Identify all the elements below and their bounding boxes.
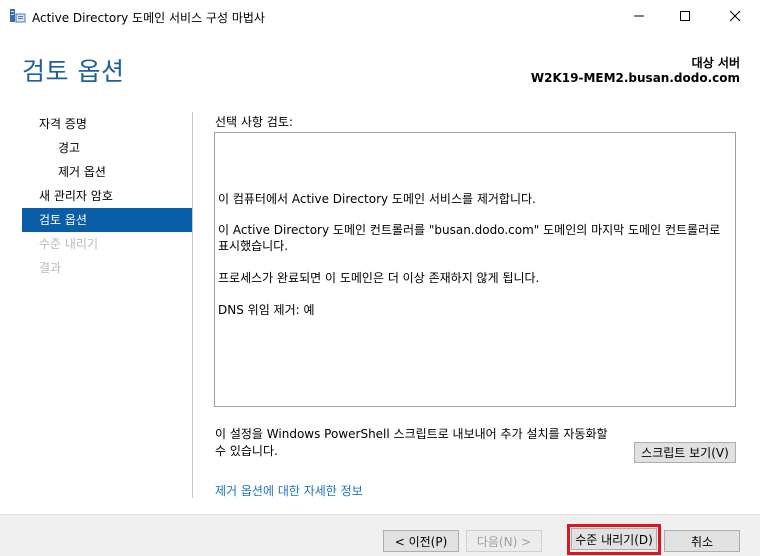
window-title: Active Directory 도메인 서비스 구성 마법사	[32, 11, 265, 25]
page-title: 검토 옵션	[22, 57, 125, 86]
title-bar: Active Directory 도메인 서비스 구성 마법사	[0, 0, 760, 32]
powershell-note-line: 이 설정을 Windows PowerShell 스크립트로 내보내어 추가 설…	[215, 427, 608, 441]
nav-item-credentials[interactable]: 자격 증명	[22, 112, 192, 136]
wizard-nav: 자격 증명 경고 제거 옵션 새 관리자 암호 검토 옵션 수준 내리기 결과	[22, 112, 192, 280]
nav-divider	[192, 112, 193, 498]
review-line: 표시했습니다.	[218, 239, 289, 253]
server-manager-app-icon	[9, 8, 26, 24]
nav-item-removal-options[interactable]: 제거 옵션	[22, 160, 192, 184]
review-label: 선택 사항 검토:	[215, 115, 293, 129]
powershell-note: 이 설정을 Windows PowerShell 스크립트로 내보내어 추가 설…	[215, 426, 635, 460]
nav-item-new-admin-password[interactable]: 새 관리자 암호	[22, 184, 192, 208]
target-server-name: W2K19-MEM2.busan.dodo.com	[530, 71, 740, 85]
minimize-button[interactable]	[616, 0, 662, 32]
cancel-button[interactable]: 취소	[664, 530, 740, 552]
nav-item-demotion: 수준 내리기	[39, 237, 99, 251]
demote-button-highlight	[567, 524, 661, 555]
close-icon	[729, 10, 741, 22]
minimize-icon	[634, 15, 644, 17]
view-script-button[interactable]: 스크립트 보기(V)	[634, 442, 736, 463]
review-line: 이 컴퓨터에서 Active Directory 도메인 서비스를 제거합니다.	[218, 192, 536, 206]
more-info-link[interactable]: 제거 옵션에 대한 자세한 정보	[215, 482, 363, 499]
close-button[interactable]	[712, 0, 758, 32]
target-server-label: 대상 서버	[691, 56, 740, 70]
review-line: DNS 위임 제거: 예	[218, 303, 315, 317]
review-line: 프로세스가 완료되면 이 도메인은 더 이상 존재하지 않게 됩니다.	[218, 271, 540, 285]
nav-item-warnings[interactable]: 경고	[22, 136, 192, 160]
next-button: 다음(N) >	[466, 530, 542, 552]
nav-item-review-options[interactable]: 검토 옵션	[22, 208, 192, 232]
nav-item-results: 결과	[39, 261, 62, 275]
maximize-icon	[680, 11, 690, 21]
powershell-note-line: 수 있습니다.	[215, 444, 278, 458]
previous-button[interactable]: < 이전(P)	[383, 530, 459, 552]
review-line: 이 Active Directory 도메인 컨트롤러를 "busan.dodo…	[218, 223, 721, 237]
maximize-button[interactable]	[662, 0, 708, 32]
review-textbox[interactable]: 이 컴퓨터에서 Active Directory 도메인 서비스를 제거합니다.…	[214, 132, 736, 407]
